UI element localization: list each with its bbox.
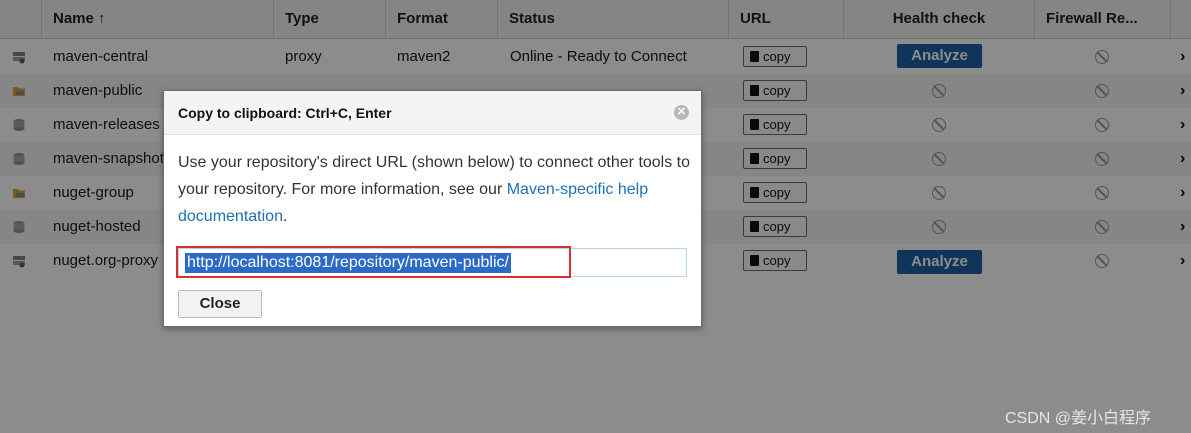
- url-highlight-box: [176, 246, 571, 278]
- dialog-text-end: .: [282, 208, 288, 225]
- dialog-title: Copy to clipboard: Ctrl+C, Enter: [178, 105, 392, 121]
- copy-url-dialog: Copy to clipboard: Ctrl+C, Enter ✕ Use y…: [163, 90, 702, 327]
- dialog-header: Copy to clipboard: Ctrl+C, Enter ✕: [164, 91, 701, 135]
- close-button[interactable]: Close: [178, 290, 262, 318]
- close-icon[interactable]: ✕: [674, 105, 689, 120]
- watermark: CSDN @姜小白程序: [1005, 410, 1152, 427]
- dialog-message: Use your repository's direct URL (shown …: [178, 149, 693, 230]
